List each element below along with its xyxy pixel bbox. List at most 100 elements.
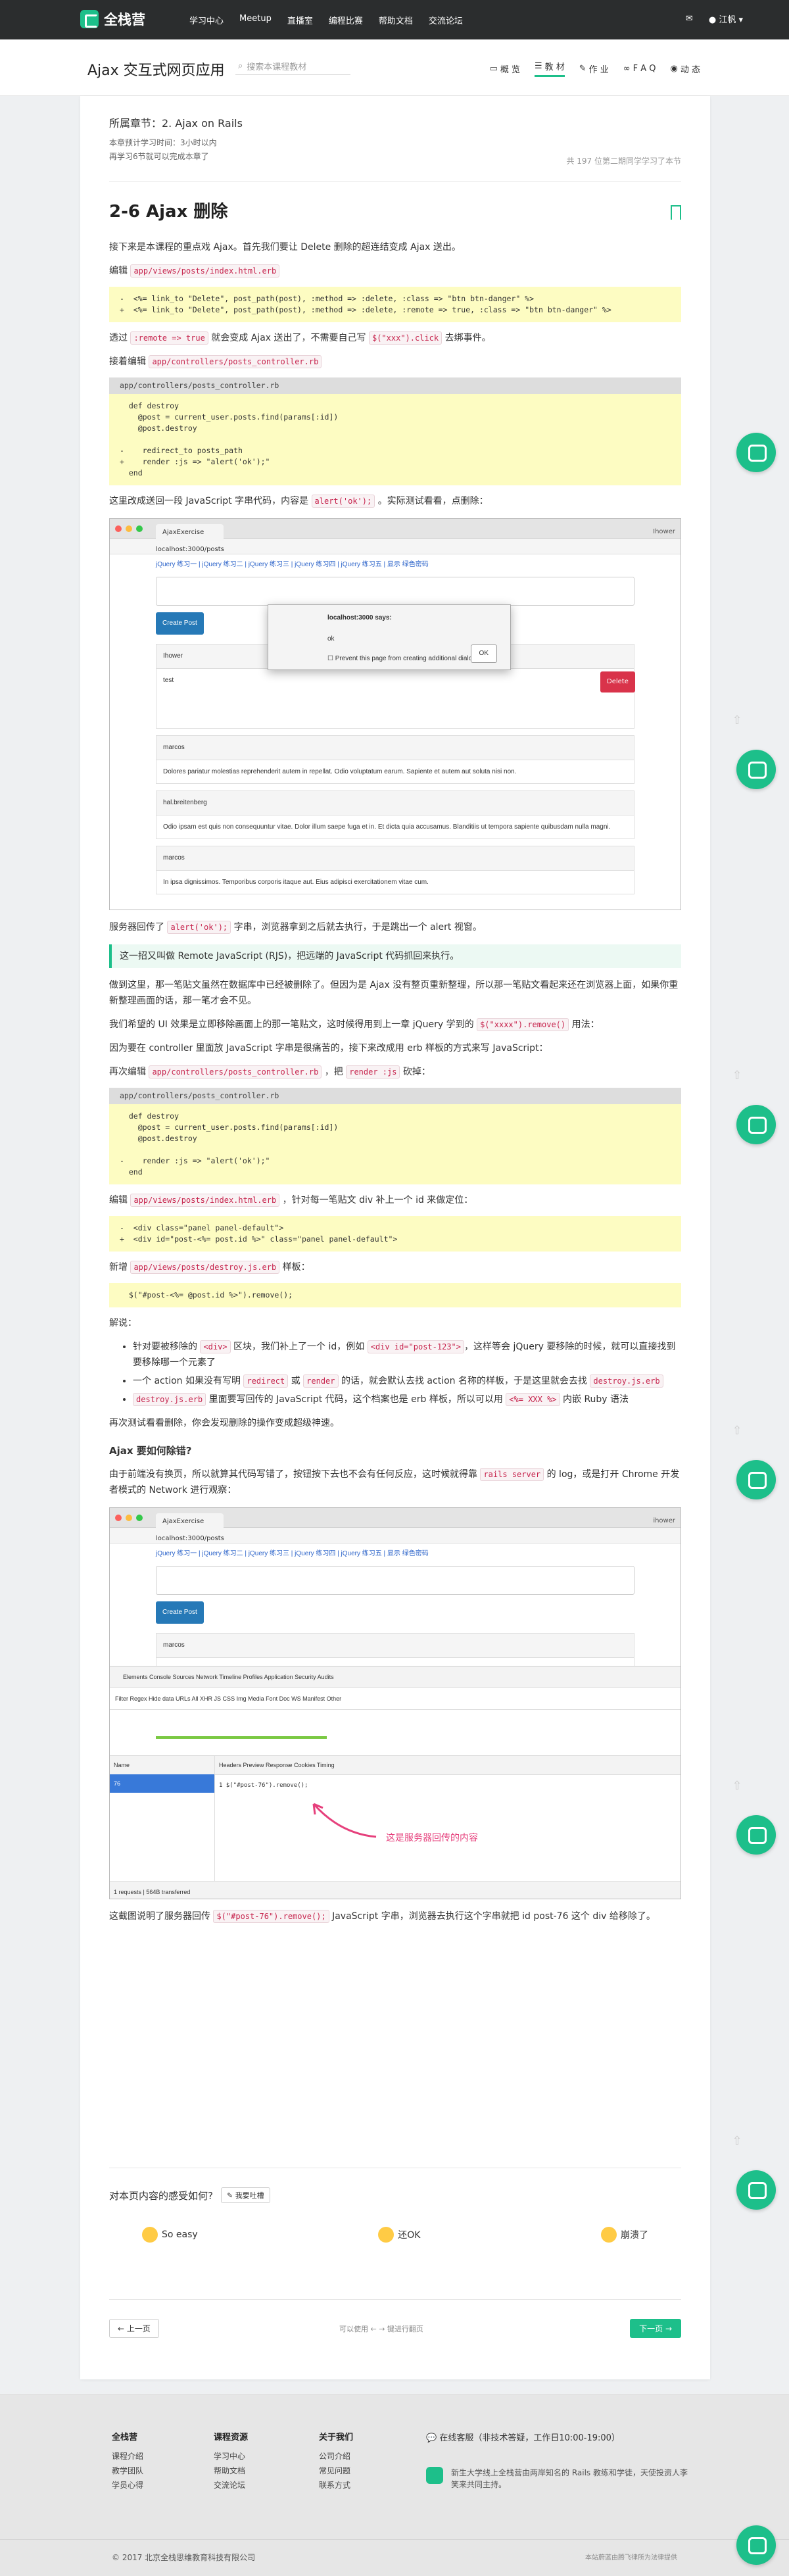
- main-nav: 学习中心 Meetup 直播室 编程比赛 帮助文档 交流论坛: [189, 14, 463, 26]
- nav-learning-center[interactable]: 学习中心: [189, 14, 224, 26]
- pager-help: 可以使用 ← → 键进行翻页: [339, 2325, 423, 2333]
- chapter-time: 本章预计学习时间：3小时以内: [109, 138, 217, 147]
- edit-icon: ✎: [579, 63, 586, 74]
- mail-icon[interactable]: ✉: [686, 14, 693, 24]
- annotation-label: 这是服务器回传的内容: [386, 1833, 478, 1843]
- user-name: 江帆: [719, 15, 736, 25]
- code-block: - <div class="panel panel-default"> + <d…: [109, 1216, 681, 1252]
- chat-bubble-icon: 💬: [426, 2433, 437, 2443]
- list-item: 针对要被移除的 <div> 区块，我们补上了一个 id，例如 <div id="…: [133, 1339, 681, 1371]
- alert-dialog: localhost:3000 says: ok ☐ Prevent this p…: [268, 604, 511, 670]
- footer-link[interactable]: 交流论坛: [214, 2478, 248, 2492]
- tab-homework[interactable]: ✎ 作 业: [579, 60, 609, 77]
- paragraph: 因为要在 controller 里面放 JavaScript 字串是很痛苦的，接…: [109, 1043, 548, 1054]
- brand-logo[interactable]: 全栈营: [80, 9, 145, 29]
- chat-icon[interactable]: [736, 750, 776, 789]
- footer: 全栈营 课程介绍 教学团队 学员心得 课程资源 学习中心 帮助文档 交流论坛 关于我们 公司介…: [0, 2394, 789, 2576]
- user-menu[interactable]: ● 江帆 ▾: [709, 12, 743, 25]
- footer-link[interactable]: 联系方式: [319, 2478, 353, 2492]
- feedback-easy[interactable]: So easy: [142, 2227, 198, 2243]
- scroll-top-icon[interactable]: ⇧: [729, 1069, 746, 1086]
- paragraph: 接下来是本课程的重点戏 Ajax。首先我们要让 Delete 删除的超连结变成 …: [109, 242, 461, 253]
- nav-help[interactable]: 帮助文档: [379, 14, 413, 26]
- list-icon: ☰: [535, 61, 542, 71]
- crying-face-icon: [600, 2227, 617, 2243]
- nav-contest[interactable]: 编程比赛: [329, 14, 363, 26]
- screenshot-alert: AjaxExercise Ihower localhost:3000/posts …: [109, 518, 681, 910]
- search-placeholder: 搜索本课程教材: [247, 62, 307, 72]
- footer-link[interactable]: 学员心得: [112, 2478, 143, 2492]
- chat-icon[interactable]: [736, 2525, 776, 2565]
- scroll-top-icon[interactable]: ⇧: [729, 714, 746, 731]
- scroll-top-icon[interactable]: ⇧: [729, 2134, 746, 2151]
- paragraph: 编辑 app/views/posts/index.html.erb ，针对每一笔…: [109, 1194, 473, 1207]
- arrow-icon: [312, 1803, 377, 1838]
- chat-icon[interactable]: [736, 1460, 776, 1499]
- code-filename: app/controllers/posts_controller.rb: [109, 377, 681, 394]
- paragraph: 由于前端没有换页，所以就算其代码写错了，按钮按下去也不会有任何反应，这时候就得靠…: [109, 1468, 680, 1495]
- next-page-button[interactable]: 下一页 →: [630, 2319, 681, 2338]
- section-heading: Ajax 要如何除错?: [109, 1445, 192, 1457]
- footer-link[interactable]: 学习中心: [214, 2449, 248, 2464]
- footer-link[interactable]: 教学团队: [112, 2464, 143, 2478]
- paragraph: 透过 :remote => true 就会变成 Ajax 送出了，不需要自己写 …: [109, 331, 491, 345]
- monitor-icon: ▭: [489, 63, 498, 74]
- top-navbar: 全栈营 学习中心 Meetup 直播室 编程比赛 帮助文档 交流论坛 ✉ ● 江…: [0, 0, 789, 39]
- chat-icon[interactable]: [736, 1815, 776, 1855]
- paragraph: 新增 app/views/posts/destroy.js.erb 样板：: [109, 1261, 310, 1274]
- paragraph: 接着编辑 app/controllers/posts_controller.rb: [109, 354, 681, 370]
- chapter-info: 所属章节：2. Ajax on Rails 本章预计学习时间：3小时以内 再学习…: [109, 114, 681, 166]
- tab-overview[interactable]: ▭ 概 览: [490, 60, 520, 77]
- screenshot-devtools: AjaxExercise ihower localhost:3000/posts …: [109, 1507, 681, 1899]
- logo-icon: [426, 2467, 443, 2484]
- code-block: - <%= link_to "Delete", post_path(post),…: [109, 287, 681, 322]
- about-text: 新生大学线上全栈营由两岸知名的 Rails 教练和学徒，天使投资人李笑来共同主持…: [426, 2467, 689, 2491]
- footer-link[interactable]: 帮助文档: [214, 2464, 248, 2478]
- chat-icon[interactable]: [736, 2170, 776, 2210]
- feedback-crash[interactable]: 崩溃了: [600, 2227, 648, 2243]
- lesson-content: 2-6 Ajax 删除 接下来是本课程的重点戏 Ajax。首先我们要让 Dele…: [109, 201, 681, 1932]
- chat-icon[interactable]: [736, 1105, 776, 1144]
- search-icon: ⌕: [238, 61, 243, 71]
- paragraph: 这截图说明了服务器回传 $("#post-76").remove(); Java…: [109, 1910, 656, 1923]
- brand-name: 全栈营: [104, 12, 145, 28]
- scroll-top-icon[interactable]: ⇧: [729, 1779, 746, 1796]
- footer-link[interactable]: 常见问题: [319, 2464, 353, 2478]
- divider: [109, 2299, 681, 2300]
- complain-button[interactable]: ✎ 我要吐槽: [220, 2187, 270, 2203]
- tab-faq[interactable]: ∞ F A Q: [623, 60, 656, 77]
- pager: ← 上一页 可以使用 ← → 键进行翻页 下一页 →: [109, 2319, 681, 2338]
- nav-meetup[interactable]: Meetup: [239, 14, 272, 26]
- nav-forum[interactable]: 交流论坛: [429, 14, 463, 26]
- bookmark-icon[interactable]: [671, 205, 681, 220]
- code-block: app/controllers/posts_controller.rb def …: [109, 1088, 681, 1184]
- support-link[interactable]: 💬 在线客服（非技术答疑，工作日10:00-19:00）: [426, 2431, 620, 2443]
- code-block: app/controllers/posts_controller.rb def …: [109, 377, 681, 485]
- list-item: destroy.js.erb 里面要写回传的 JavaScript 代码，这个档…: [133, 1392, 681, 1407]
- course-search-input[interactable]: ⌕ 搜索本课程教材: [235, 58, 350, 75]
- chat-icon[interactable]: [736, 433, 776, 472]
- paragraph: 编辑 app/views/posts/index.html.erb: [109, 263, 681, 279]
- user-icon: ●: [708, 15, 717, 25]
- chapter-name: 所属章节：2. Ajax on Rails: [109, 117, 243, 130]
- tab-materials[interactable]: ☰ 教 材: [535, 60, 565, 77]
- paragraph: 我们希望的 UI 效果是立即移除画面上的那一笔贴文，这时候得用到上一章 jQue…: [109, 1018, 600, 1031]
- footer-link[interactable]: 公司介绍: [319, 2449, 353, 2464]
- scroll-top-icon[interactable]: ⇧: [729, 1424, 746, 1441]
- paragraph: 再次测试看看删除，你会发现删除的操作变成超级神速。: [109, 1418, 339, 1428]
- browser-chrome: AjaxExercise Ihower: [110, 519, 681, 541]
- feedback-question: 对本页内容的感受如何?: [109, 2189, 213, 2202]
- inline-code: app/views/posts/index.html.erb: [130, 264, 280, 278]
- footer-link[interactable]: 课程介绍: [112, 2449, 143, 2464]
- feedback-ok[interactable]: 还OK: [378, 2227, 420, 2243]
- paragraph: 做到这里，那一笔贴文虽然在数据库中已经被删除了。但因为是 Ajax 没有整页重新…: [109, 980, 679, 1006]
- neutral-face-icon: [378, 2227, 394, 2243]
- paragraph: 解说：: [109, 1318, 137, 1328]
- course-title: Ajax 交互式网页应用: [87, 62, 225, 79]
- nav-right: ✉ ● 江帆 ▾: [686, 12, 743, 25]
- nav-live[interactable]: 直播室: [287, 14, 313, 26]
- prev-page-button[interactable]: ← 上一页: [109, 2319, 159, 2338]
- main-panel: 所属章节：2. Ajax on Rails 本章预计学习时间：3小时以内 再学习…: [80, 96, 710, 2379]
- tab-activity[interactable]: ◉ 动 态: [671, 60, 700, 77]
- link-icon: ∞: [623, 63, 631, 74]
